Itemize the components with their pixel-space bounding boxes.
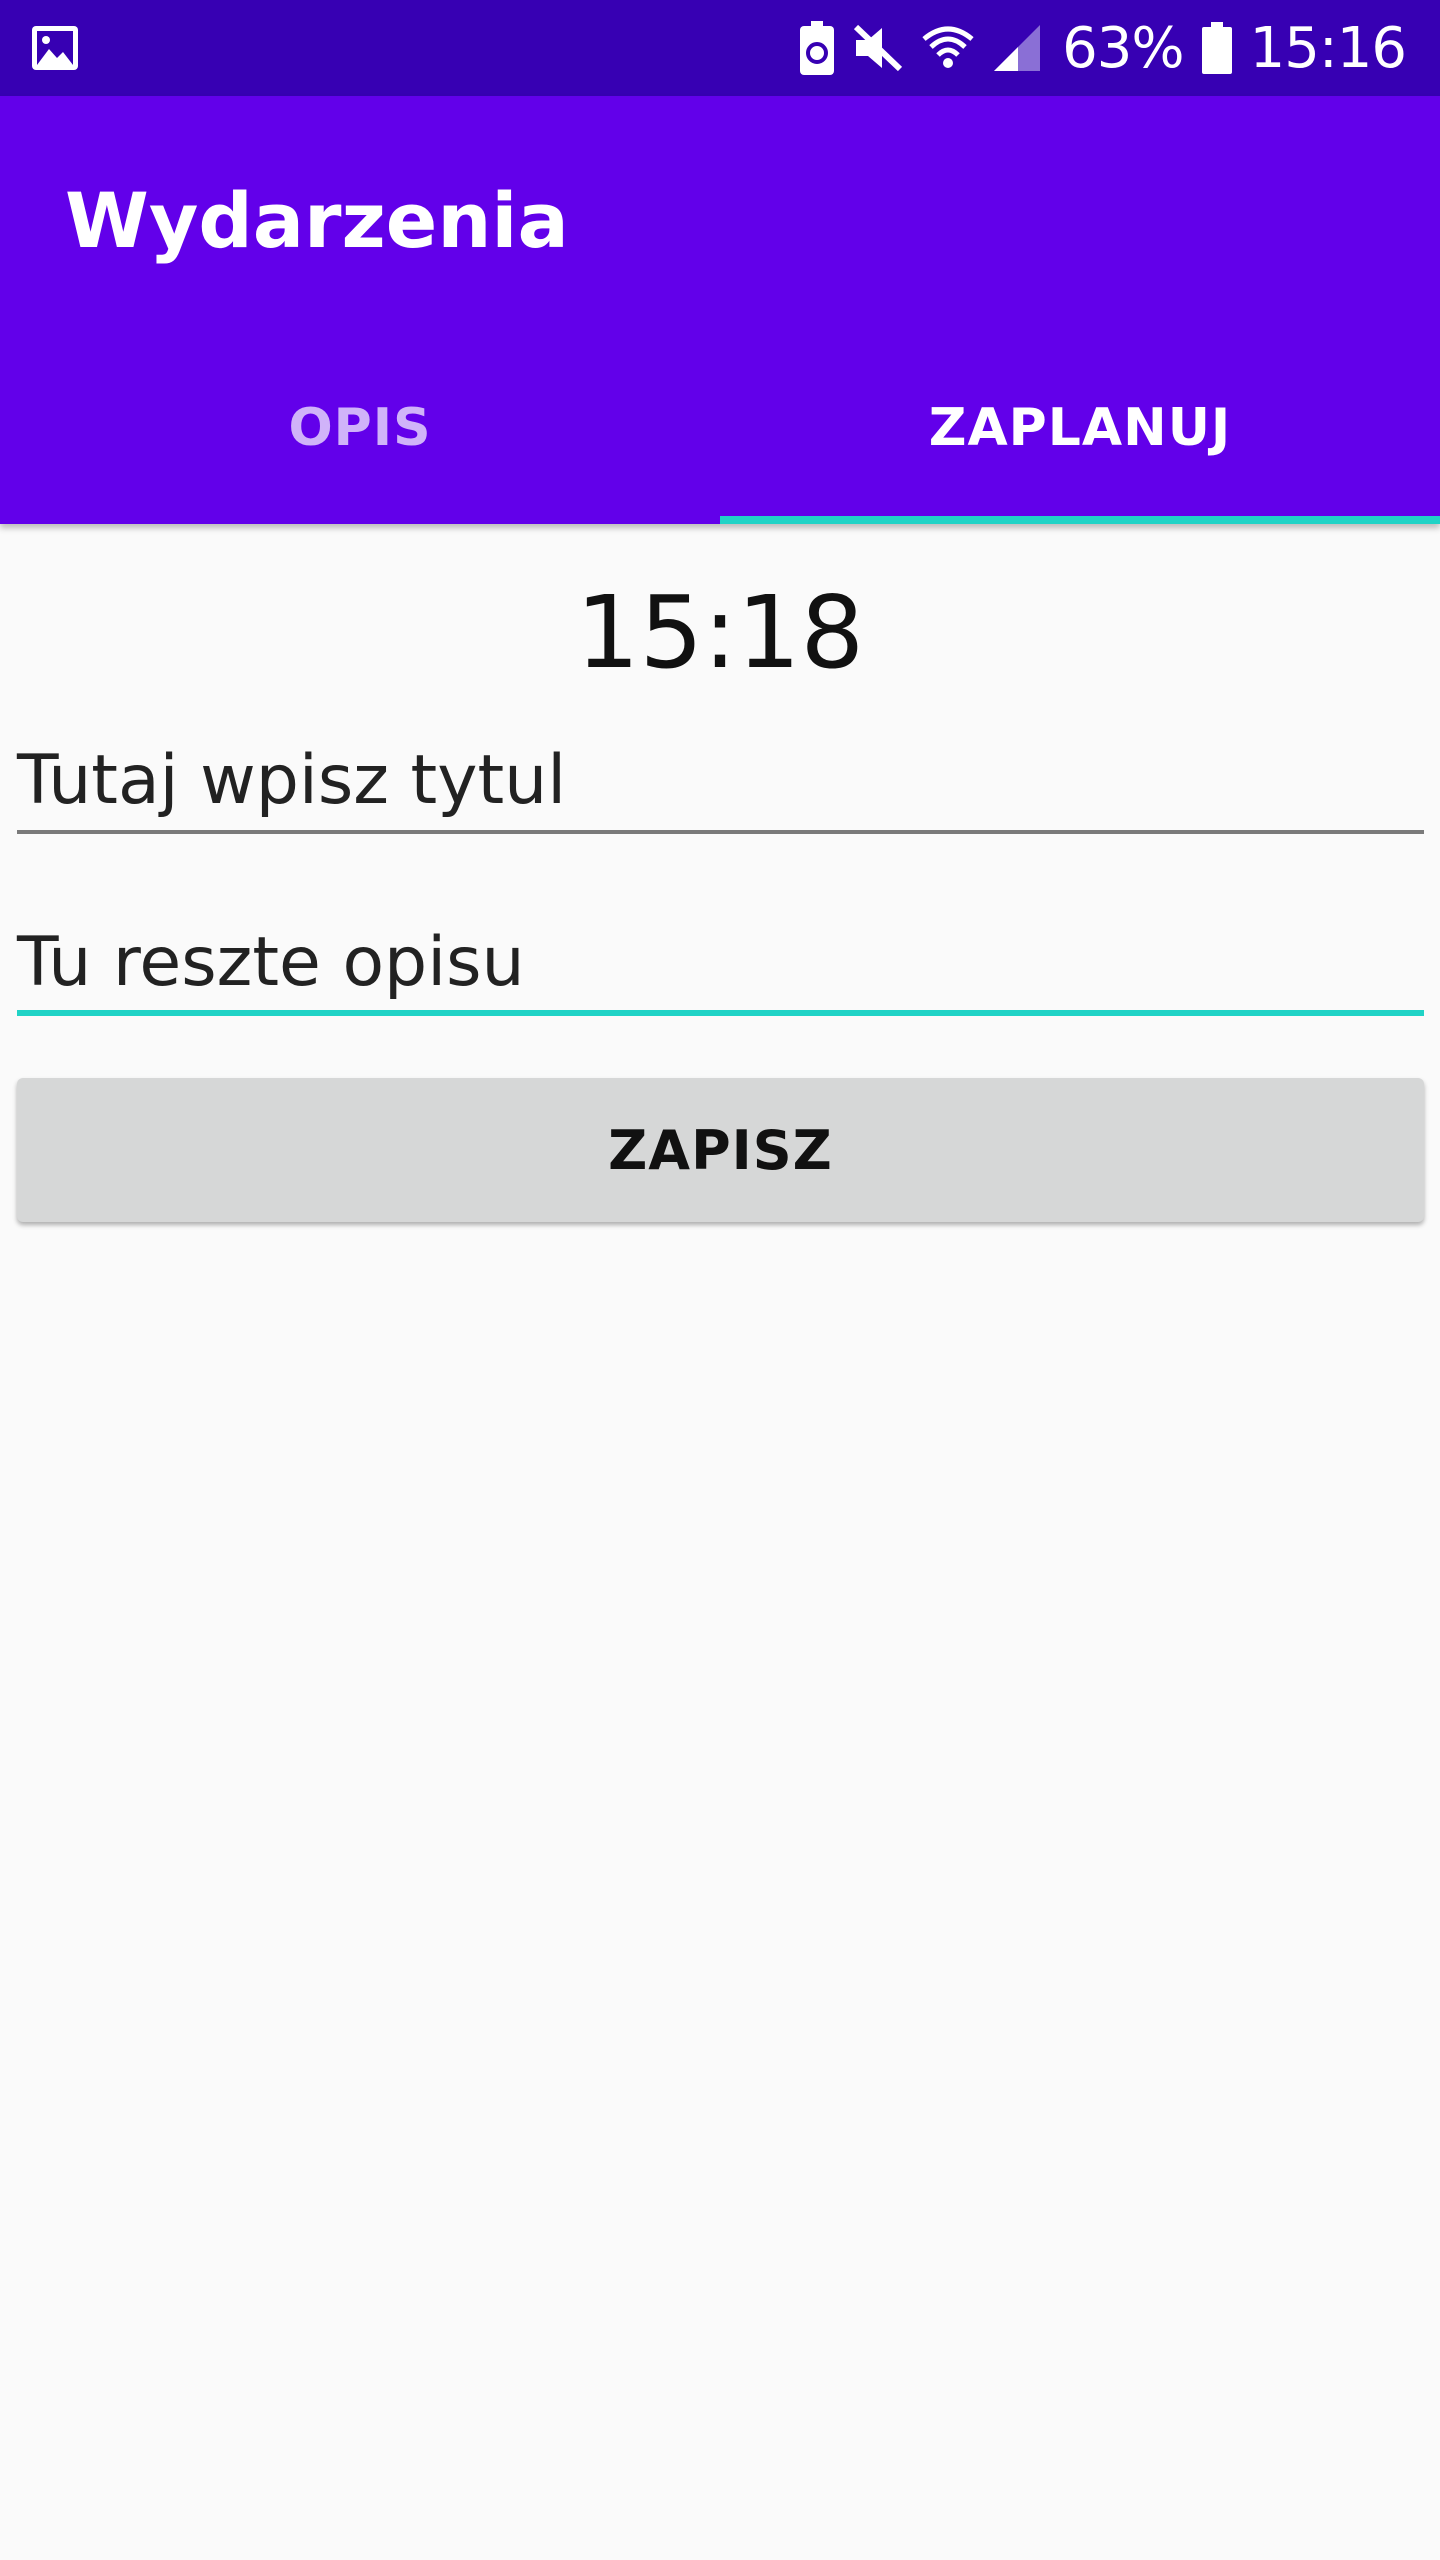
- battery-saver-icon: [800, 21, 835, 75]
- wifi-icon: [922, 23, 974, 73]
- app-title: Wydarzenia: [65, 176, 569, 265]
- status-time: 15:16: [1249, 15, 1407, 81]
- battery-percent: 63%: [1062, 15, 1184, 81]
- save-button[interactable]: ZAPISZ: [17, 1078, 1424, 1222]
- tab-label: OPIS: [288, 398, 432, 458]
- battery-icon: [1201, 22, 1232, 74]
- signal-icon: [992, 23, 1044, 73]
- title-field[interactable]: Tutaj wpisz tytul: [17, 724, 1424, 834]
- description-field[interactable]: Tu reszte opisu: [17, 906, 1424, 1016]
- tab-bar: OPIS ZAPLANUJ: [0, 332, 1440, 524]
- description-input-value: Tu reszte opisu: [17, 923, 525, 1002]
- time-display[interactable]: 15:18: [0, 574, 1440, 691]
- mute-icon: [852, 23, 904, 73]
- tab-zaplanuj[interactable]: ZAPLANUJ: [720, 332, 1440, 524]
- tab-label: ZAPLANUJ: [928, 398, 1232, 458]
- title-input-value: Tutaj wpisz tytul: [17, 741, 567, 820]
- status-bar: 63% 15:16: [0, 0, 1440, 96]
- field-underline: [17, 830, 1424, 834]
- app-bar: Wydarzenia OPIS ZAPLANUJ: [0, 96, 1440, 524]
- tab-indicator: [720, 516, 1440, 524]
- gallery-icon: [30, 24, 80, 72]
- tab-opis[interactable]: OPIS: [0, 332, 720, 524]
- field-underline: [17, 1010, 1424, 1016]
